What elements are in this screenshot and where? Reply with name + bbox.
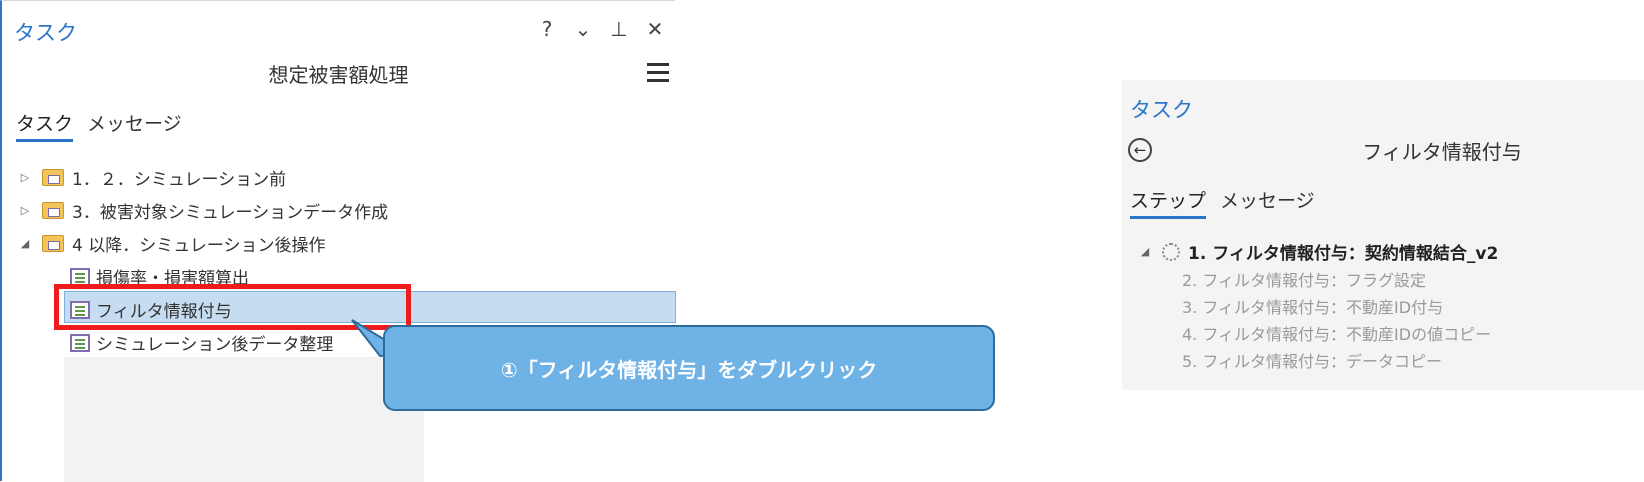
task-icon	[70, 333, 90, 352]
step-label: 2. フィルタ情報付与：フラグ設定	[1182, 270, 1427, 290]
step-label: 1. フィルタ情報付与：契約情報結合_v2	[1188, 244, 1499, 264]
step-label: 4. フィルタ情報付与：不動産IDの値コピー	[1182, 324, 1492, 344]
step-label: 5. フィルタ情報付与：データコピー	[1182, 351, 1443, 371]
instruction-callout: ①「フィルタ情報付与」をダブルクリック	[383, 325, 995, 411]
step-pane: タスク ← フィルタ情報付与 ステップ メッセージ ◢ 1. フィルタ情報付与：…	[1122, 80, 1644, 390]
tree-group[interactable]: ▷ 3．被害対象シミュレーションデータ作成	[18, 194, 388, 227]
task-item-name: 想定被害額処理	[268, 63, 409, 87]
task-item[interactable]: シミュレーション後データ整理	[70, 326, 388, 359]
task-group-folder-icon	[42, 202, 64, 219]
options-dropdown-button[interactable]: ⌄	[573, 17, 593, 41]
step-label: 3. フィルタ情報付与：不動産ID付与	[1182, 297, 1444, 317]
help-button[interactable]: ?	[537, 17, 557, 41]
tab-messages[interactable]: メッセージ	[1220, 186, 1315, 219]
tab-tasks[interactable]: タスク	[16, 109, 74, 142]
tree-group-label: 3．被害対象シミュレーションデータ作成	[72, 203, 389, 223]
tree-group-label: 4 以降．シミュレーション後操作	[72, 236, 326, 256]
expand-icon[interactable]: ▷	[18, 171, 32, 184]
task-item-label: シミュレーション後データ整理	[96, 335, 334, 355]
task-icon	[70, 267, 90, 286]
task-group-folder-icon	[42, 235, 64, 252]
step-item: 2. フィルタ情報付与：フラグ設定	[1138, 265, 1498, 292]
tree-group[interactable]: ◢ 4 以降．シミュレーション後操作	[18, 227, 388, 260]
tab-bar: タスク メッセージ	[16, 109, 182, 142]
collapse-icon[interactable]: ◢	[1138, 245, 1152, 258]
back-arrow-icon[interactable]: ←	[1128, 138, 1152, 162]
step-item: 5. フィルタ情報付与：データコピー	[1138, 346, 1498, 373]
pin-button[interactable]: ⊥	[609, 17, 629, 41]
pane-title: タスク	[14, 21, 77, 45]
step-item: 3. フィルタ情報付与：不動産ID付与	[1138, 292, 1498, 319]
step-item-active[interactable]: ◢ 1. フィルタ情報付与：契約情報結合_v2	[1138, 238, 1498, 265]
collapse-icon[interactable]: ◢	[18, 237, 32, 250]
window-controls: ? ⌄ ⊥ ✕	[537, 17, 665, 41]
menu-icon[interactable]	[647, 63, 669, 83]
empty-area	[64, 357, 424, 482]
tree-group-label: 1．２．シミュレーション前	[72, 170, 287, 190]
step-item: 4. フィルタ情報付与：不動産IDの値コピー	[1138, 319, 1498, 346]
tab-steps[interactable]: ステップ	[1130, 186, 1207, 219]
tab-messages[interactable]: メッセージ	[87, 109, 182, 142]
progress-spinner-icon	[1162, 242, 1180, 261]
tab-bar: ステップ メッセージ	[1130, 186, 1315, 219]
task-name: フィルタ情報付与	[1362, 140, 1522, 164]
callout-text: ①「フィルタ情報付与」をダブルクリック	[500, 357, 878, 382]
expand-icon[interactable]: ▷	[18, 204, 32, 217]
step-list: ◢ 1. フィルタ情報付与：契約情報結合_v2 2. フィルタ情報付与：フラグ設…	[1138, 238, 1498, 373]
tree-group[interactable]: ▷ 1．２．シミュレーション前	[18, 161, 388, 194]
close-button[interactable]: ✕	[645, 17, 665, 41]
pane-title: タスク	[1130, 98, 1193, 122]
task-group-folder-icon	[42, 169, 64, 186]
